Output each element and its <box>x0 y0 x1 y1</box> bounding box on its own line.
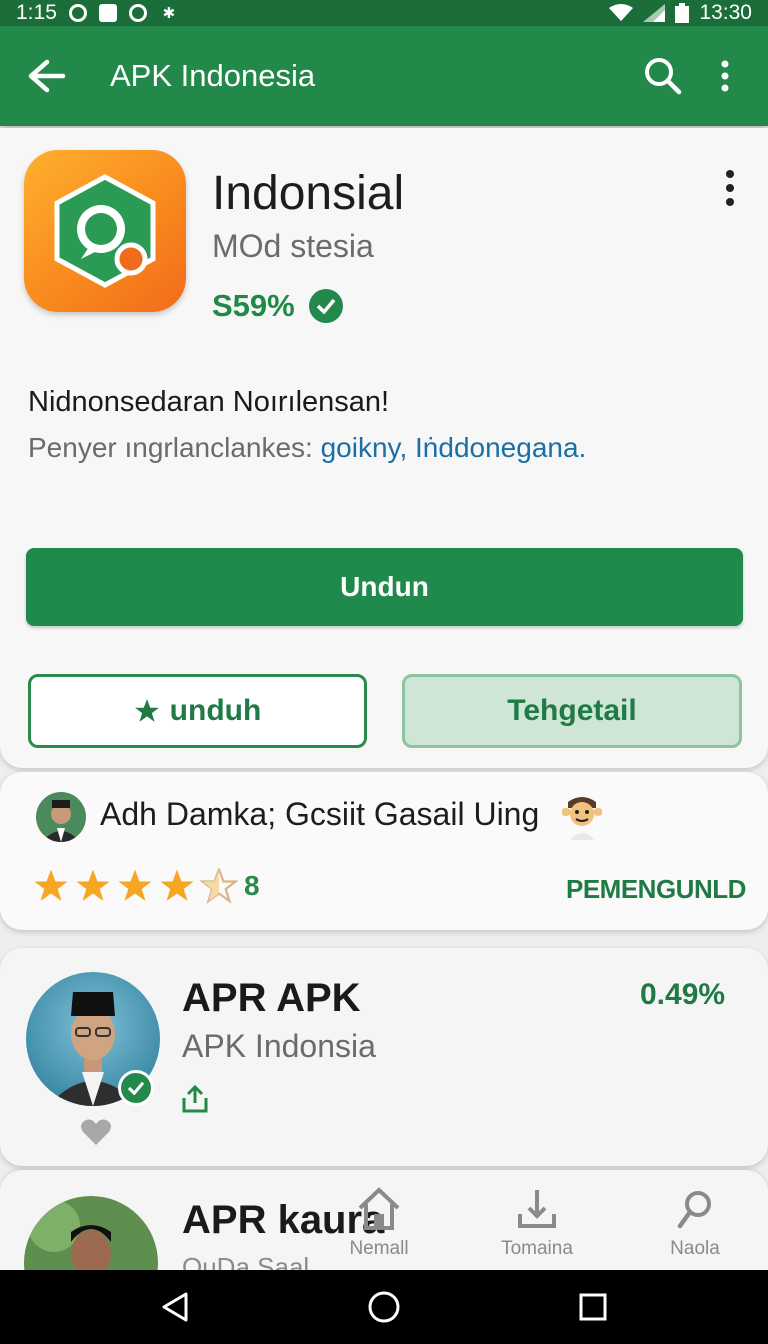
item-percent: 0.49% <box>640 978 726 1011</box>
download-icon <box>518 1190 556 1228</box>
reviewer-avatar <box>36 792 86 842</box>
status-left: 1:15 ✱ <box>16 1 179 25</box>
emoji-face-icon <box>561 792 603 840</box>
review-action-link[interactable]: PEMENGUNLD <box>566 874 746 905</box>
share-button[interactable] <box>180 1084 210 1114</box>
status-right: 13:30 <box>609 1 752 25</box>
record-icon <box>128 4 147 22</box>
overflow-menu-button[interactable] <box>694 45 756 107</box>
status-time-right: 13:30 <box>699 1 752 24</box>
arrow-back-icon <box>28 59 66 93</box>
description-prefix: Penyer ıngrlanclankes: <box>28 432 321 463</box>
wifi-icon <box>609 4 634 21</box>
bottom-tabs: Nemall Tomaina Naola <box>300 1186 768 1270</box>
nav-recents-button[interactable] <box>563 1277 623 1337</box>
more-vert-icon <box>721 60 729 92</box>
search-icon <box>645 58 682 95</box>
tab-label: Nemall <box>349 1238 409 1259</box>
recents-icon <box>579 1293 607 1321</box>
tab-label: Tomaina <box>501 1238 573 1259</box>
star-filled-icon <box>76 869 110 901</box>
tab-label: Naola <box>670 1238 720 1259</box>
system-nav-bar <box>0 1270 768 1344</box>
app-logo <box>24 150 186 312</box>
item-title: APR APK <box>182 976 361 1020</box>
more-vert-icon <box>726 170 734 206</box>
app-name: Indonsial <box>212 167 405 220</box>
share-icon <box>182 1084 208 1113</box>
nav-home-button[interactable] <box>354 1277 414 1337</box>
download-button-label: unduh <box>169 694 262 727</box>
pinwheel-icon: ✱ <box>162 5 176 22</box>
star-filled-icon <box>160 869 194 901</box>
tab-downloads[interactable]: Tomaina <box>462 1186 612 1270</box>
sync-icon <box>68 4 87 22</box>
verified-icon <box>308 289 343 323</box>
battery-icon <box>675 3 690 23</box>
signal-icon <box>643 4 666 22</box>
app-detail-card: Indonsial MOd stesia S59% Nidnonsedaran … <box>0 128 768 768</box>
status-bar: 1:15 ✱ 13:30 <box>0 0 768 26</box>
verified-icon <box>118 1070 154 1106</box>
item-subtitle: APK Indonsia <box>182 1028 376 1064</box>
rating-count: 8 <box>244 870 260 901</box>
star-filled-icon <box>118 869 152 901</box>
review-card[interactable]: Adh Damka; Gcsiit Gasail Uing 8 PEMENGUN… <box>0 772 768 930</box>
description-link[interactable]: goikny, Iṅddonegana. <box>321 432 587 463</box>
app-bar: APK Indonesia <box>0 26 768 126</box>
tab-search[interactable]: Naola <box>620 1186 768 1270</box>
status-time-left: 1:15 <box>16 1 57 24</box>
app-bar-title: APK Indonesia <box>110 58 316 93</box>
photo-icon <box>98 4 117 22</box>
item-avatar <box>24 1196 158 1280</box>
home-circle-icon <box>368 1291 400 1323</box>
favorite-button[interactable] <box>80 1118 112 1146</box>
back-icon <box>162 1292 188 1322</box>
review-text: Adh Damka; Gcsiit Gasail Uing <box>100 796 540 832</box>
description-body: Penyer ıngrlanclankes: goikny, Iṅddonega… <box>28 432 586 464</box>
rating-stars: 8 <box>32 868 260 904</box>
description-title: Nidnonsedaran Noırılensan! <box>28 386 390 418</box>
star-half-icon <box>200 868 238 904</box>
star-filled-icon <box>34 869 68 901</box>
home-icon <box>358 1187 400 1230</box>
search-button[interactable] <box>632 45 694 107</box>
back-button[interactable] <box>12 41 82 111</box>
app-rating-value: S59% <box>212 288 295 323</box>
app-bar-actions <box>632 45 756 107</box>
search-icon <box>677 1191 711 1229</box>
list-item[interactable]: APR APK APK Indonsia 0.49% <box>0 948 768 1166</box>
nav-back-button[interactable] <box>145 1277 205 1337</box>
tab-home[interactable]: Nemall <box>304 1186 454 1270</box>
heart-icon <box>81 1119 111 1145</box>
star-icon <box>134 699 159 722</box>
detail-button[interactable]: Tehgetail <box>402 674 742 748</box>
app-rating: S59% <box>212 288 343 324</box>
app-developer: MOd stesia <box>212 228 374 264</box>
download-button[interactable]: unduh <box>28 674 367 748</box>
app-logo-icon <box>54 174 156 288</box>
install-button[interactable]: Undun <box>26 548 743 626</box>
card-menu-button[interactable] <box>710 164 750 212</box>
